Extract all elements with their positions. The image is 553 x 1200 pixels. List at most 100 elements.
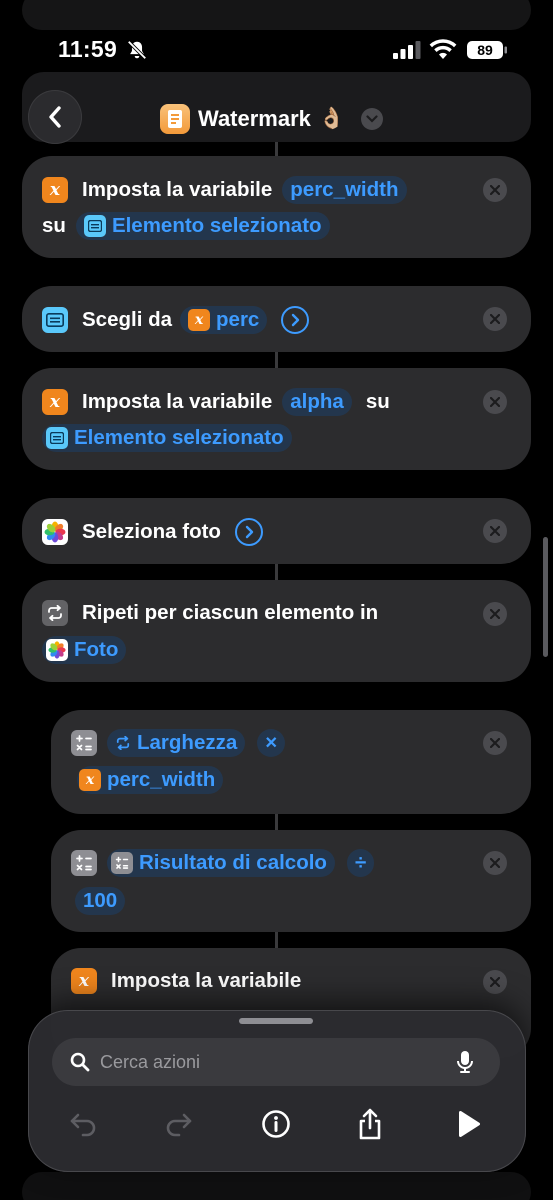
shortcut-app-icon <box>160 104 190 134</box>
undo-icon <box>70 1113 96 1137</box>
remove-action-button[interactable] <box>483 970 507 994</box>
list-icon <box>46 427 68 449</box>
value-token-label: Foto <box>74 638 119 661</box>
photos-icon <box>46 639 68 661</box>
variable-icon: x <box>79 769 101 791</box>
operator-token[interactable]: ÷ <box>346 849 375 877</box>
operator-token[interactable]: × <box>257 729 286 757</box>
list-icon <box>83 215 106 237</box>
calculator-icon <box>71 730 97 756</box>
action-card-set-variable[interactable]: x Imposta la variabile perc_width su Ele… <box>22 156 531 258</box>
silent-bell-icon <box>127 40 147 60</box>
close-icon <box>490 858 500 868</box>
close-icon <box>490 314 500 324</box>
close-icon <box>490 185 500 195</box>
action-card-set-variable[interactable]: x Imposta la variabile alpha su Elemento… <box>22 368 531 470</box>
scrolled-card-bottom <box>22 1172 531 1200</box>
back-button[interactable] <box>28 90 82 144</box>
variable-icon: x <box>42 177 68 203</box>
list-icon <box>42 307 68 333</box>
flow-connector <box>275 932 278 948</box>
close-icon <box>490 738 500 748</box>
value-token-label: Elemento selezionato <box>74 426 284 449</box>
remove-action-button[interactable] <box>483 519 507 543</box>
close-icon <box>490 526 500 536</box>
remove-action-button[interactable] <box>483 307 507 331</box>
battery-level: 89 <box>477 42 493 58</box>
expand-chevron-right-icon[interactable] <box>234 518 263 546</box>
sheet-grabber[interactable] <box>239 1018 313 1024</box>
flow-connector <box>275 814 278 830</box>
run-button[interactable] <box>446 1102 490 1146</box>
close-icon <box>490 977 500 987</box>
chevron-left-icon <box>49 106 61 128</box>
shortcut-title-menu[interactable]: Watermark 👌🏼 <box>160 103 384 135</box>
share-button[interactable] <box>348 1102 392 1146</box>
remove-action-button[interactable] <box>483 602 507 626</box>
action-label: Imposta la variabile <box>82 178 273 201</box>
battery-icon: 89 <box>467 41 507 59</box>
operand-token[interactable]: x perc_width <box>77 766 224 794</box>
cellular-signal-icon <box>393 41 421 59</box>
operand-number-token[interactable]: 100 <box>75 887 126 915</box>
operand-token-label: perc_width <box>107 768 216 791</box>
undo-button[interactable] <box>62 1102 106 1146</box>
info-button[interactable] <box>254 1102 298 1146</box>
operand-token-label: Larghezza <box>137 731 238 754</box>
action-card-select-photos[interactable]: Seleziona foto <box>22 498 531 564</box>
variable-token[interactable]: x perc <box>180 306 268 334</box>
action-search-panel <box>28 1010 526 1172</box>
remove-action-button[interactable] <box>483 390 507 414</box>
flow-connector <box>275 352 278 368</box>
remove-action-button[interactable] <box>483 178 507 202</box>
operand-token-label: Risultato di calcolo <box>139 851 327 874</box>
operand-token[interactable]: Risultato di calcolo <box>107 849 335 877</box>
remove-action-button[interactable] <box>483 731 507 755</box>
info-icon <box>262 1110 290 1138</box>
action-label: Seleziona foto <box>82 520 221 543</box>
remove-action-button[interactable] <box>483 851 507 875</box>
shortcut-title: Watermark <box>198 106 311 131</box>
variable-name-token[interactable]: perc_width <box>282 176 407 204</box>
action-card-repeat-each[interactable]: Ripeti per ciascun elemento in Foto <box>22 580 531 682</box>
variable-token-label: perc <box>216 308 260 331</box>
search-input[interactable] <box>100 1038 440 1086</box>
search-bar[interactable] <box>52 1038 500 1086</box>
variable-icon: x <box>71 968 97 994</box>
action-label: Ripeti per ciascun elemento in <box>82 601 379 624</box>
repeat-icon <box>42 600 68 626</box>
operand-token[interactable]: Larghezza <box>107 729 246 757</box>
expand-chevron-right-icon[interactable] <box>281 306 310 334</box>
search-icon <box>70 1052 90 1072</box>
calculator-icon <box>111 852 133 874</box>
action-card-choose-from[interactable]: Scegli da x perc <box>22 286 531 352</box>
share-icon <box>359 1108 381 1140</box>
status-time: 11:59 <box>58 36 118 62</box>
action-conjunction: su <box>365 390 390 413</box>
wifi-icon <box>429 39 457 59</box>
scroll-indicator[interactable] <box>543 537 548 657</box>
value-token[interactable]: Elemento selezionato <box>75 212 330 240</box>
value-token[interactable]: Foto <box>42 636 127 664</box>
variable-icon: x <box>42 389 68 415</box>
flow-connector <box>275 564 278 580</box>
value-token[interactable]: Elemento selezionato <box>42 424 292 452</box>
action-label: Imposta la variabile <box>111 969 302 992</box>
redo-button[interactable] <box>156 1102 200 1146</box>
microphone-icon[interactable] <box>456 1050 474 1074</box>
play-icon <box>458 1110 481 1138</box>
close-icon <box>490 397 500 407</box>
variable-name-token[interactable]: alpha <box>282 388 352 416</box>
action-card-calculate[interactable]: Larghezza × x perc_width <box>51 710 531 814</box>
variable-icon: x <box>188 309 211 331</box>
action-conjunction: su <box>42 214 66 237</box>
action-label: Imposta la variabile <box>82 390 273 413</box>
photos-icon <box>42 519 68 545</box>
chevron-down-icon[interactable] <box>361 108 384 130</box>
redo-icon <box>166 1113 192 1137</box>
close-icon <box>490 609 500 619</box>
title-emoji: 👌🏼 <box>318 107 346 130</box>
action-label: Scegli da <box>82 308 173 331</box>
action-card-calculate[interactable]: Risultato di calcolo ÷ 100 <box>51 830 531 932</box>
repeat-item-icon <box>116 736 130 750</box>
